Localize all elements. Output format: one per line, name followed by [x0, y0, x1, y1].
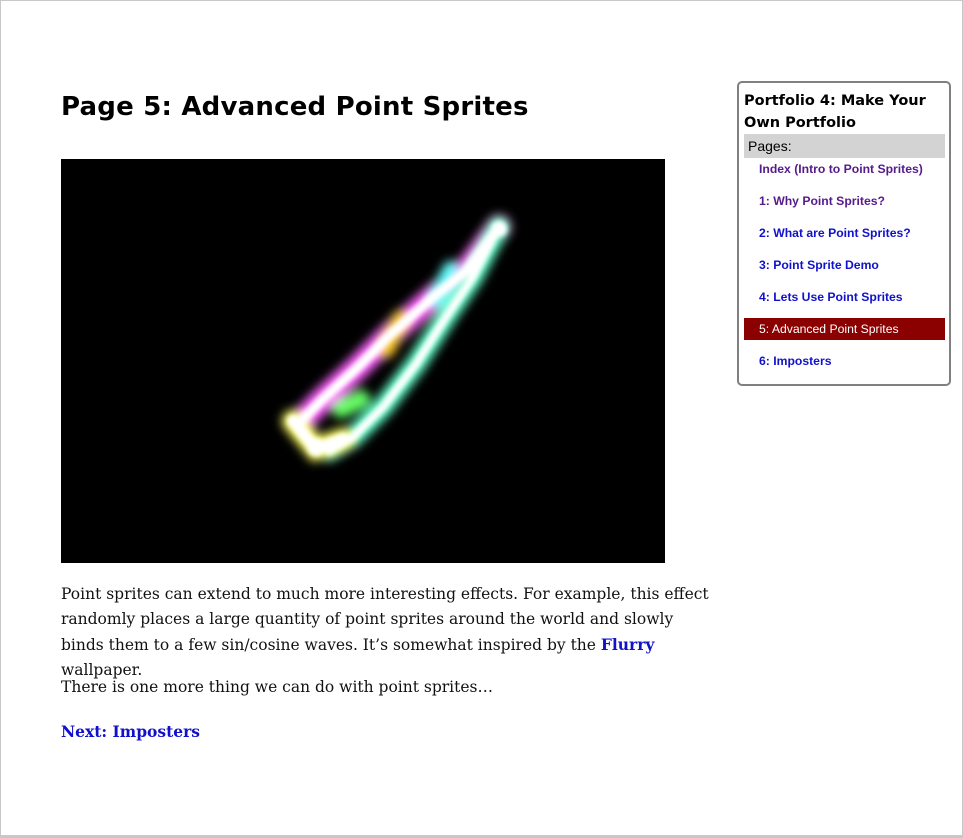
sidebar-item-what-are-point-sprites[interactable]: 2: What are Point Sprites?	[744, 222, 945, 244]
flurry-link[interactable]: Flurry	[601, 635, 655, 654]
sidebar-title: Portfolio 4: Make Your Own Portfolio	[744, 93, 926, 131]
next-page-paragraph: Next: Imposters	[61, 719, 716, 745]
sidebar-item-index[interactable]: Index (Intro to Point Sprites)	[744, 158, 945, 180]
next-imposters-link[interactable]: Next: Imposters	[61, 722, 200, 741]
description-paragraph: Point sprites can extend to much more in…	[61, 582, 716, 683]
portfolio-sidebar: Portfolio 4: Make Your Own Portfolio Pag…	[737, 81, 951, 386]
sidebar-item-point-sprite-demo[interactable]: 3: Point Sprite Demo	[744, 254, 945, 276]
pages-header: Pages:	[744, 134, 945, 158]
page-title: Page 5: Advanced Point Sprites	[61, 92, 529, 122]
main-content: Page 5: Advanced Point Sprites Point spr…	[61, 92, 721, 741]
point-sprite-demo-image	[61, 159, 665, 563]
sidebar-item-imposters[interactable]: 6: Imposters	[744, 350, 945, 372]
pages-list: Index (Intro to Point Sprites) 1: Why Po…	[739, 158, 949, 372]
teaser-paragraph: There is one more thing we can do with p…	[61, 678, 493, 696]
sidebar-item-lets-use-point-sprites[interactable]: 4: Lets Use Point Sprites	[744, 286, 945, 308]
sidebar-item-advanced-point-sprites[interactable]: 5: Advanced Point Sprites	[744, 318, 945, 340]
sidebar-item-why-point-sprites[interactable]: 1: Why Point Sprites?	[744, 190, 945, 212]
